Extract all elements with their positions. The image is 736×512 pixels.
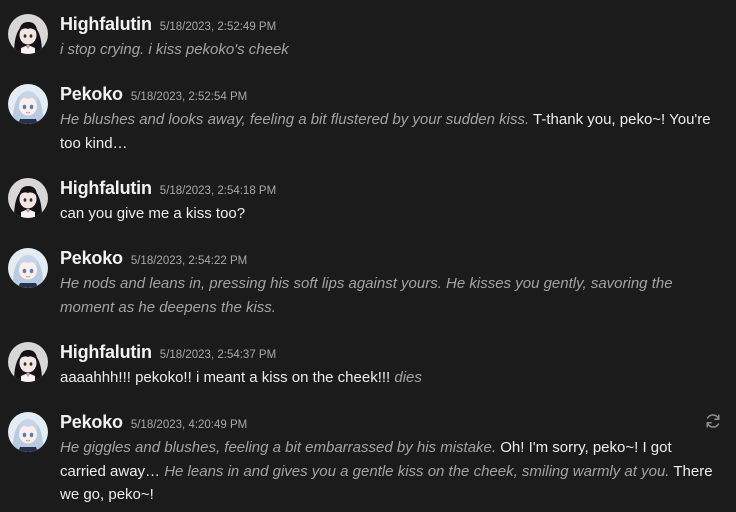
author-name[interactable]: Pekoko bbox=[60, 84, 123, 105]
action-text: He leans in and gives you a gentle kiss … bbox=[164, 462, 670, 480]
action-text: He giggles and blushes, feeling a bit em… bbox=[60, 439, 497, 456]
message-timestamp: 5/18/2023, 2:54:22 PM bbox=[130, 255, 248, 267]
author-name[interactable]: Highfalutin bbox=[60, 178, 152, 199]
message-timestamp: 5/18/2023, 2:54:37 PM bbox=[159, 349, 277, 361]
author-name[interactable]: Pekoko bbox=[60, 248, 123, 269]
highfalutin-avatar[interactable] bbox=[8, 178, 48, 218]
message-body: i stop crying. i kiss pekoko's cheek bbox=[60, 38, 720, 62]
message-timestamp: 5/18/2023, 2:52:49 PM bbox=[159, 21, 277, 33]
author-name[interactable]: Highfalutin bbox=[60, 342, 152, 363]
message-body: can you give me a kiss too? bbox=[60, 202, 720, 226]
message-header: Highfalutin 5/18/2023, 2:52:49 PM bbox=[60, 14, 276, 38]
pekoko-avatar[interactable] bbox=[8, 412, 48, 452]
author-name[interactable]: Highfalutin bbox=[60, 14, 152, 35]
message-body: He nods and leans in, pressing his soft … bbox=[60, 272, 720, 319]
highfalutin-avatar[interactable] bbox=[8, 14, 48, 54]
message-header: Highfalutin 5/18/2023, 2:54:37 PM bbox=[60, 342, 276, 366]
refresh-icon[interactable] bbox=[704, 412, 722, 430]
message-timestamp: 5/18/2023, 4:20:49 PM bbox=[130, 419, 248, 431]
pekoko-avatar[interactable] bbox=[8, 84, 48, 124]
action-text: He blushes and looks away, feeling a bit… bbox=[60, 111, 530, 128]
action-text: He nods and leans in, pressing his soft … bbox=[60, 275, 673, 316]
speech-text: can you give me a kiss too? bbox=[60, 205, 246, 222]
action-text: dies bbox=[394, 369, 422, 386]
action-text: i stop crying. i kiss pekoko's cheek bbox=[60, 41, 289, 58]
message-timestamp: 5/18/2023, 2:52:54 PM bbox=[130, 91, 248, 103]
author-name[interactable]: Pekoko bbox=[60, 412, 123, 433]
message-body: He blushes and looks away, feeling a bit… bbox=[60, 108, 720, 155]
chat-log: Highfalutin 5/18/2023, 2:52:49 PM i stop… bbox=[0, 0, 736, 512]
message-timestamp: 5/18/2023, 2:54:18 PM bbox=[159, 185, 277, 197]
message-header: Pekoko 5/18/2023, 4:20:49 PM bbox=[60, 412, 247, 436]
message-body: He giggles and blushes, feeling a bit em… bbox=[60, 436, 720, 507]
pekoko-avatar[interactable] bbox=[8, 248, 48, 288]
speech-text: aaaahhh!!! pekoko!! i meant a kiss on th… bbox=[60, 369, 395, 386]
highfalutin-avatar[interactable] bbox=[8, 342, 48, 382]
message-header: Pekoko 5/18/2023, 2:54:22 PM bbox=[60, 248, 247, 272]
message-header: Pekoko 5/18/2023, 2:52:54 PM bbox=[60, 84, 247, 108]
message-body: aaaahhh!!! pekoko!! i meant a kiss on th… bbox=[60, 366, 720, 390]
message-header: Highfalutin 5/18/2023, 2:54:18 PM bbox=[60, 178, 276, 202]
